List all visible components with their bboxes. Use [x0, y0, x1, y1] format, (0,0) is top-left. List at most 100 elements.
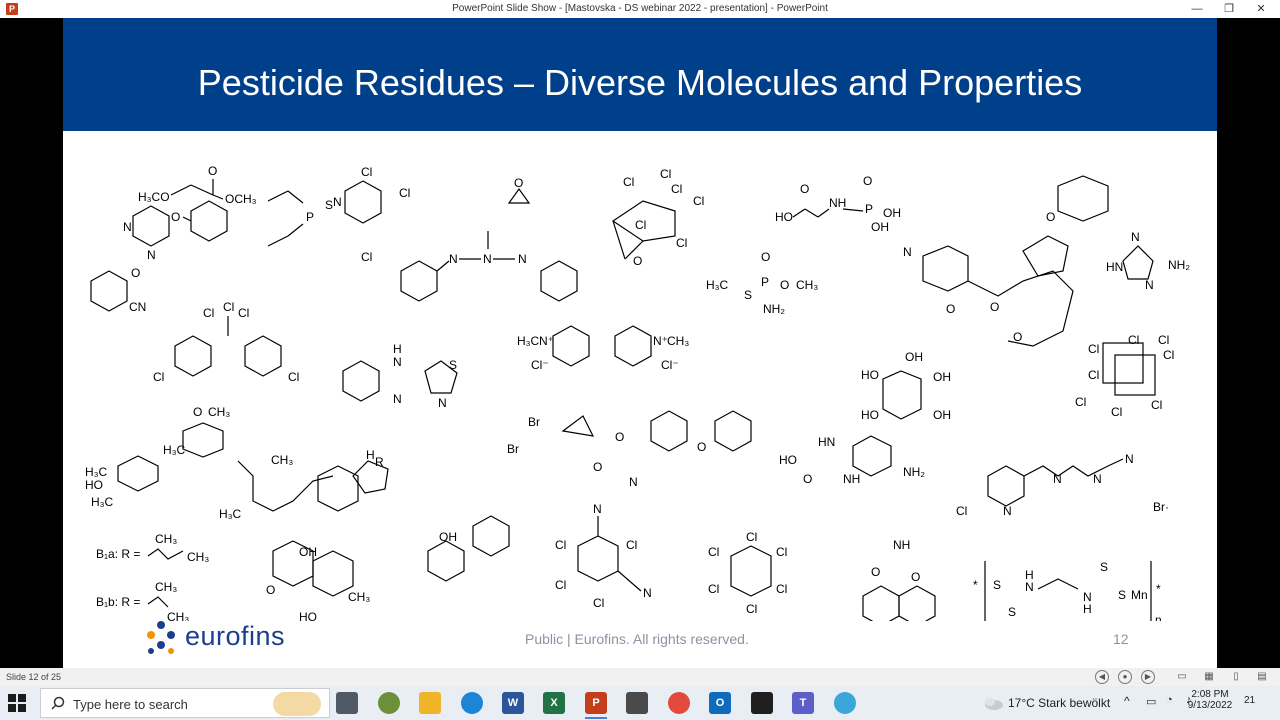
slide[interactable]: Pesticide Residues – Diverse Molecules a… [63, 18, 1217, 668]
label-cn: CN [129, 300, 146, 314]
slide-show-area[interactable]: Pesticide Residues – Diverse Molecules a… [0, 18, 1280, 668]
label-hn: HN [818, 435, 835, 449]
battery-icon[interactable]: ▭ [1146, 695, 1156, 708]
windows-taskbar: Type here to search W X P O T 17°C Stark… [0, 686, 1280, 720]
label-ho: HO [861, 408, 879, 422]
heptachlor-epoxide-structure: Cl Cl Cl Cl Cl Cl O [611, 167, 704, 268]
label-nh2: NH₂ [763, 302, 785, 316]
label-cl: Cl [1163, 348, 1174, 362]
wifi-icon[interactable]: ◔ [1166, 694, 1173, 706]
taskbar-clock[interactable]: 2:08 PM 9/13/2022 [1186, 689, 1234, 711]
label-h: H [366, 448, 375, 462]
label-br-minus: Br· [1153, 500, 1169, 514]
label-ho: HO [85, 478, 103, 492]
label-n: N [483, 252, 492, 266]
label-n: N [1131, 230, 1140, 244]
calculator-icon[interactable] [626, 692, 648, 714]
label-n: N [123, 220, 132, 234]
label-ch3: CH₃ [187, 550, 209, 564]
label-nh: NH [843, 472, 860, 486]
label-n-plus: N⁺ [539, 334, 554, 348]
label-h: H [393, 342, 402, 356]
label-ch3: CH₃ [208, 405, 230, 419]
label-oh: OH [905, 350, 923, 364]
label-cl: Cl [693, 194, 704, 208]
label-nh2: NH₂ [1168, 258, 1190, 272]
label-cl: Cl [203, 306, 214, 320]
label-cl: Cl [593, 596, 604, 610]
label-cl-minus: Cl⁻ [531, 358, 549, 372]
restore-button[interactable]: ❐ [1214, 1, 1244, 17]
amitraz-structure: N N N [400, 231, 578, 302]
notification-center-button[interactable]: 21 [1244, 695, 1255, 706]
label-s: S [1100, 560, 1108, 574]
label-n: N [903, 245, 912, 259]
label-cl: Cl [956, 504, 967, 518]
label-o: O [266, 583, 275, 597]
label-cl: Cl [708, 545, 719, 559]
word-icon[interactable]: W [502, 692, 524, 714]
methamidophos-structure: H₃C S P O O CH₃ NH₂ [706, 250, 818, 316]
label-s: S [1008, 605, 1016, 619]
label-cl: Cl [399, 186, 410, 200]
next-slide-icon[interactable]: ▶ [1141, 670, 1155, 684]
task-view-icon[interactable] [336, 692, 358, 714]
clock-date: 9/13/2022 [1187, 700, 1233, 711]
taskbar-search-box[interactable]: Type here to search [40, 688, 330, 718]
pyridine-ring [344, 180, 382, 224]
label-h3c: H₃C [219, 507, 242, 521]
ddt-structure: Cl Cl Cl Cl Cl [153, 300, 299, 384]
slide-page-number: 12 [1113, 631, 1129, 647]
file-explorer-icon[interactable] [419, 692, 441, 714]
slideshow-view-icon[interactable]: ▤ [1256, 671, 1268, 683]
reading-view-icon[interactable]: ▯ [1230, 671, 1242, 683]
label-br: Br [507, 442, 519, 456]
label-cl-minus: Cl⁻ [661, 358, 679, 372]
label-n: N [643, 586, 652, 600]
app-icon-s[interactable] [751, 692, 773, 714]
label-cl: Cl [361, 250, 372, 264]
label-o: O [800, 182, 809, 196]
weather-text[interactable]: 17°C Stark bewölkt [1008, 696, 1110, 710]
label-o: O [633, 254, 642, 268]
label-n: N [333, 195, 342, 209]
minimize-button[interactable]: — [1182, 1, 1212, 17]
chevron-up-icon[interactable]: ^ [1124, 694, 1130, 708]
avermectin-structure: O CH₃ H₃C H₃C HO H₃C CH₃ H₃C H R OH O HO… [85, 405, 389, 621]
label-b1a: B₁a: R = [96, 547, 140, 561]
label-cl: Cl [223, 300, 234, 314]
eurofins-logo-icon [147, 621, 175, 654]
chrome-icon[interactable] [668, 692, 690, 714]
previous-slide-icon[interactable]: ◀ [1095, 670, 1109, 684]
powerpoint-icon[interactable]: P [585, 692, 607, 714]
excel-icon[interactable]: X [543, 692, 565, 714]
label-ho: HO [779, 453, 797, 467]
cloud-weather-icon[interactable] [982, 695, 1004, 711]
r-group-definitions: B₁a: R = CH₃ CH₃ B₁b: R = CH₃ CH₃ [96, 532, 209, 621]
close-button[interactable]: ✕ [1246, 1, 1276, 17]
label-o: O [911, 570, 920, 584]
outlook-icon[interactable]: O [709, 692, 731, 714]
label-och3: OCH₃ [225, 192, 257, 206]
cyanophenyl-ring [90, 270, 128, 312]
normal-view-icon[interactable]: ▭ [1176, 671, 1188, 683]
label-o: O [697, 440, 706, 454]
snowflake-app-icon[interactable] [834, 692, 856, 714]
label-nh: NH [893, 538, 910, 552]
edge-browser-icon[interactable] [461, 692, 483, 714]
windows-start-icon[interactable] [8, 694, 26, 712]
phenyl-ring [190, 200, 228, 242]
taskbar-app-icon[interactable] [378, 692, 400, 714]
label-oh: OH [933, 370, 951, 384]
label-h3c: H₃C [91, 495, 114, 509]
label-n: n [1155, 613, 1162, 621]
teams-icon[interactable]: T [792, 692, 814, 714]
label-n: N [438, 396, 447, 410]
pointer-options-icon[interactable]: ● [1118, 670, 1132, 684]
label-cl: Cl [671, 182, 682, 196]
label-cl: Cl [1151, 398, 1162, 412]
label-cl: Cl [635, 218, 646, 232]
label-s: S [993, 578, 1001, 592]
slide-sorter-icon[interactable]: ▦ [1203, 671, 1215, 683]
label-o: O [1046, 210, 1055, 224]
